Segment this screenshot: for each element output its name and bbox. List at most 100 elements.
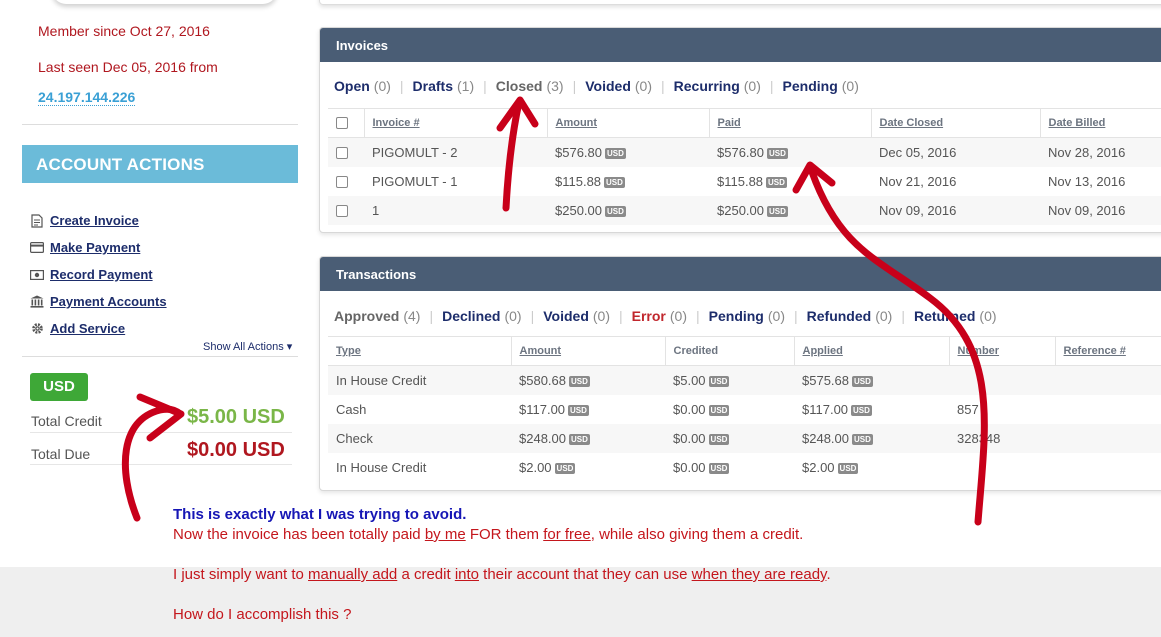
- sidebar-divider: [22, 356, 298, 357]
- action-record-payment[interactable]: Record Payment: [30, 261, 167, 288]
- filter-error[interactable]: Error (0): [632, 308, 687, 324]
- table-row[interactable]: In House Credit $580.68 USD $5.00 USD $575…: [328, 365, 1161, 395]
- action-create-invoice[interactable]: Create Invoice: [30, 207, 167, 234]
- total-due-value: $0.00 USD: [187, 439, 285, 461]
- total-credit-value: $5.00 USD: [187, 406, 285, 428]
- transaction-number: [949, 453, 1055, 482]
- transaction-credited: $0.00 USD: [673, 401, 730, 417]
- filter-pending[interactable]: Pending (0): [709, 308, 785, 324]
- col-reference[interactable]: Reference #: [1054, 336, 1161, 366]
- invoice-date-closed: Dec 05, 2016: [871, 137, 1040, 167]
- annotation-line-4: How do I accomplish this ?: [173, 606, 352, 623]
- transaction-credited: $0.00 USD: [665, 423, 794, 453]
- table-row[interactable]: PIGOMULT - 2 $576.80 USD $576.80 USD Dec 0…: [328, 137, 1161, 167]
- row-checkbox[interactable]: [336, 205, 348, 218]
- transaction-number: 328348: [949, 423, 1055, 453]
- annotation-line-2: Now the invoice has been totally paid by…: [173, 526, 804, 543]
- transaction-applied: $575.68 USD: [794, 365, 949, 395]
- row-checkbox[interactable]: [336, 176, 348, 189]
- gear-icon: [30, 322, 44, 336]
- show-all-actions-link[interactable]: Show All Actions ▾: [203, 340, 292, 353]
- invoice-date-billed: Nov 09, 2016: [1040, 195, 1161, 225]
- total-credit-label: Total Credit: [31, 413, 102, 429]
- annotation-line-1: This is exactly what I was trying to avo…: [173, 506, 467, 523]
- table-row[interactable]: 1 $250.00 USD $250.00 USD Nov 09, 2016 Nov…: [328, 195, 1161, 225]
- bank-icon: [30, 295, 44, 309]
- col-date-closed[interactable]: Date Closed: [870, 108, 1040, 138]
- table-row[interactable]: Check $248.00 USD $0.00 USD $248.00 USD 328…: [328, 423, 1161, 453]
- cash-icon: [30, 268, 44, 282]
- last-seen-text: Last seen Dec 05, 2016 from: [38, 59, 218, 75]
- invoices-panel: Invoices Open (0) | Drafts (1) | Closed (3)…: [319, 27, 1161, 233]
- previous-panel-bottom: [319, 0, 1161, 5]
- col-number[interactable]: Number: [948, 336, 1055, 366]
- sidebar-divider: [22, 124, 298, 125]
- transactions-table: Type Amount Credited Applied Number Refe…: [328, 336, 1161, 482]
- transaction-type: Check: [328, 423, 511, 453]
- create-invoice-link[interactable]: Create Invoice: [50, 213, 139, 228]
- account-actions-list: Create Invoice Make Payment Record Payme…: [30, 207, 167, 342]
- make-payment-link[interactable]: Make Payment: [50, 240, 140, 255]
- action-make-payment[interactable]: Make Payment: [30, 234, 167, 261]
- transaction-applied: $2.00 USD: [802, 459, 859, 475]
- payment-accounts-link[interactable]: Payment Accounts: [50, 294, 167, 309]
- annotation-line-3: I just simply want to manually add a cre…: [173, 566, 831, 583]
- table-row[interactable]: PIGOMULT - 1 $115.88 USD $115.88 USD Nov 2…: [328, 167, 1161, 196]
- invoice-paid: $250.00 USD: [709, 195, 871, 225]
- total-due-label: Total Due: [31, 446, 91, 462]
- col-paid[interactable]: Paid: [708, 108, 871, 138]
- invoice-paid: $576.80 USD: [709, 137, 871, 167]
- member-since-text: Member since Oct 27, 2016: [38, 23, 210, 39]
- table-row[interactable]: In House Credit $2.00 USD $0.00 USD $2.00 U…: [328, 453, 1161, 482]
- invoice-number[interactable]: PIGOMULT - 2: [364, 137, 547, 167]
- filter-voided[interactable]: Voided (0): [543, 308, 610, 324]
- filter-closed[interactable]: Closed (3): [496, 78, 564, 94]
- action-payment-accounts[interactable]: Payment Accounts: [30, 288, 167, 315]
- action-add-service[interactable]: Add Service: [30, 315, 167, 342]
- transaction-amount: $2.00 USD: [519, 459, 576, 475]
- select-all-cell: [328, 108, 364, 138]
- invoice-number[interactable]: PIGOMULT - 1: [364, 167, 547, 196]
- transaction-reference: [1055, 395, 1161, 424]
- invoice-date-closed: Nov 21, 2016: [879, 173, 957, 189]
- invoice-amount: $115.88 USD: [555, 173, 625, 189]
- transaction-credited: $0.00 USD: [673, 459, 730, 475]
- select-all-checkbox[interactable]: [336, 117, 348, 130]
- filter-refunded[interactable]: Refunded (0): [807, 308, 893, 324]
- invoice-date-closed: Nov 09, 2016: [871, 195, 1040, 225]
- col-type[interactable]: Type: [328, 336, 511, 366]
- col-invoice-number[interactable]: Invoice #: [363, 108, 547, 138]
- invoice-paid: $115.88 USD: [717, 173, 787, 189]
- col-date-billed[interactable]: Date Billed: [1039, 108, 1161, 138]
- transaction-amount: $580.68 USD: [511, 365, 665, 395]
- filter-drafts[interactable]: Drafts (1): [413, 78, 475, 94]
- filter-voided[interactable]: Voided (0): [585, 78, 652, 94]
- row-checkbox[interactable]: [336, 147, 348, 160]
- add-service-link[interactable]: Add Service: [50, 321, 125, 336]
- table-row[interactable]: Cash $117.00 USD $0.00 USD $117.00 USD 857: [328, 395, 1161, 424]
- col-amount[interactable]: Amount: [510, 336, 665, 366]
- filter-returned[interactable]: Returned (0): [914, 308, 997, 324]
- filter-open[interactable]: Open (0): [334, 78, 391, 94]
- record-payment-link[interactable]: Record Payment: [50, 267, 153, 282]
- account-actions-header: ACCOUNT ACTIONS: [22, 145, 298, 183]
- transaction-amount: $248.00 USD: [511, 423, 665, 453]
- filter-declined[interactable]: Declined (0): [442, 308, 521, 324]
- ip-address-link[interactable]: 24.197.144.226: [38, 89, 136, 106]
- filter-pending[interactable]: Pending (0): [783, 78, 859, 94]
- col-amount[interactable]: Amount: [546, 108, 709, 138]
- transaction-amount: $117.00 USD: [519, 401, 589, 417]
- invoice-number[interactable]: 1: [364, 195, 547, 225]
- transaction-applied: $248.00 USD: [794, 423, 949, 453]
- filter-recurring[interactable]: Recurring (0): [674, 78, 761, 94]
- transactions-panel: Transactions Approved (4) | Declined (0) |…: [319, 256, 1161, 491]
- transaction-type: In House Credit: [328, 365, 511, 395]
- currency-button[interactable]: USD: [30, 373, 88, 401]
- invoice-amount: $576.80 USD: [547, 137, 709, 167]
- col-applied[interactable]: Applied: [793, 336, 949, 366]
- filter-approved[interactable]: Approved (4): [334, 308, 420, 324]
- invoice-date-billed: Nov 13, 2016: [1048, 173, 1126, 189]
- transaction-reference: [1055, 423, 1161, 453]
- transaction-type: Cash: [336, 401, 367, 417]
- divider: [30, 432, 292, 433]
